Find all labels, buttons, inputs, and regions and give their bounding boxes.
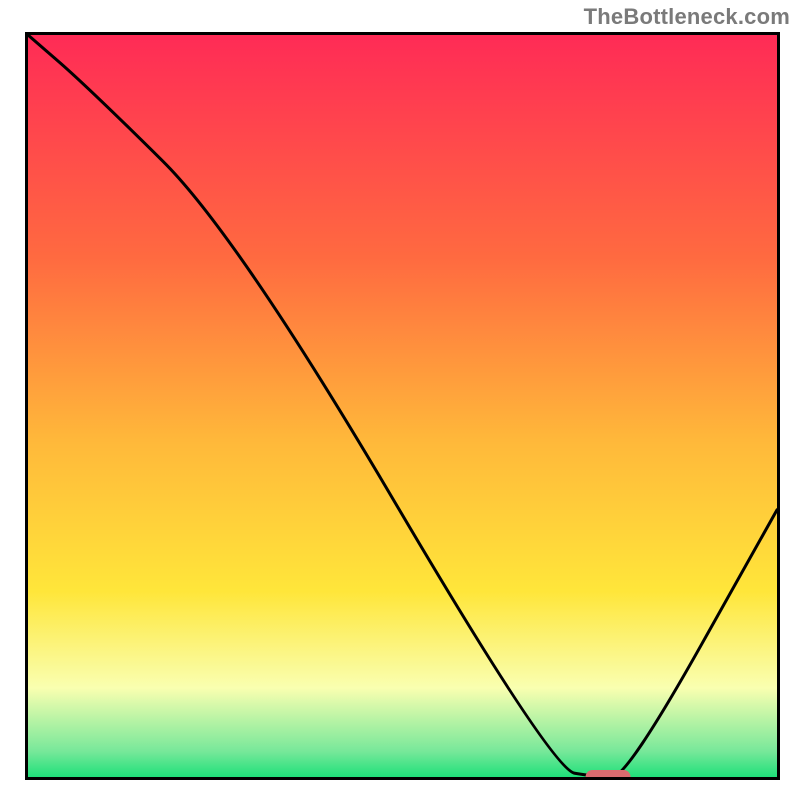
watermark-text: TheBottleneck.com xyxy=(584,4,790,30)
optimal-marker xyxy=(585,770,630,780)
bottleneck-curve xyxy=(28,35,777,777)
plot-area xyxy=(25,32,780,780)
chart-frame: TheBottleneck.com xyxy=(0,0,800,800)
